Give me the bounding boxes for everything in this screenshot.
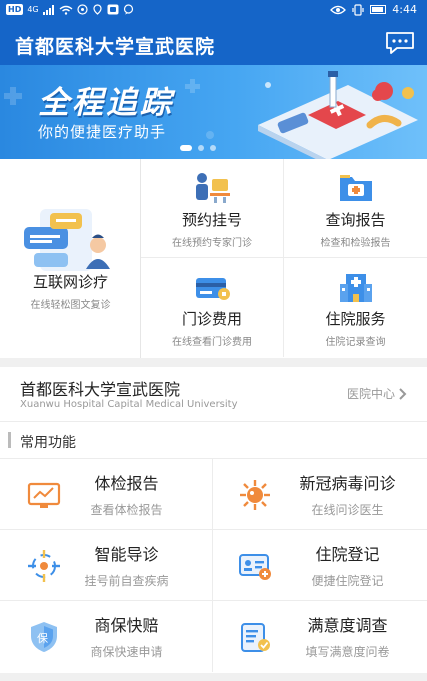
report-folder-icon (339, 175, 372, 201)
notification-icon (77, 4, 88, 15)
carousel-indicator[interactable] (180, 145, 216, 151)
carousel-dot[interactable] (180, 145, 192, 151)
service-sub: 在线预约专家门诊 (172, 238, 252, 249)
function-insurance-claim[interactable]: 保 商保快赔 商保快速申请 (0, 601, 213, 672)
function-sub: 在线问诊医生 (311, 503, 384, 517)
page-title: 首都医科大学宣武医院 (15, 36, 216, 58)
clock: 4:44 (392, 3, 417, 16)
status-indicators: HD 4G (6, 4, 134, 15)
banner-subtitle: 你的便捷医疗助手 (38, 123, 167, 141)
common-functions-header: 常用功能 (0, 422, 427, 459)
service-payment[interactable]: 门诊费用 在线查看门诊费用 (141, 258, 284, 357)
status-system: 4:44 (330, 3, 417, 16)
service-grid: 互联网诊疗 在线轻松图文复诊 预约挂号 在线预约专家门诊 查询报告 检查和检验报… (0, 159, 427, 358)
hospital-center-link[interactable]: 医院中心 (347, 385, 407, 402)
service-label: 预约挂号 (181, 211, 242, 229)
section-divider (0, 358, 427, 367)
function-sub: 便捷住院登记 (311, 574, 384, 588)
carousel-dot[interactable] (210, 145, 216, 151)
battery-icon (370, 5, 387, 14)
payment-card-icon (196, 278, 230, 300)
function-sub: 查看体检报告 (90, 503, 163, 517)
service-sub: 在线轻松图文复诊 (30, 300, 111, 311)
hd-badge: HD (6, 4, 24, 15)
service-inpatient[interactable]: 住院服务 住院记录查询 (284, 258, 427, 357)
chat-bubble-icon[interactable] (385, 31, 415, 55)
signal-icon (42, 4, 54, 15)
function-smart-guide[interactable]: 智能导诊 挂号前自查疾病 (0, 530, 213, 601)
carousel-dot[interactable] (198, 145, 204, 151)
service-label: 门诊费用 (181, 310, 242, 328)
function-sub: 填写满意度问卷 (305, 645, 390, 659)
banner-title: 全程追踪 (38, 85, 174, 121)
service-label: 互联网诊疗 (32, 273, 108, 291)
service-sub: 在线查看门诊费用 (172, 337, 252, 348)
app-header: 首都医科大学宣武医院 (0, 22, 427, 65)
function-sub: 商保快速申请 (90, 645, 163, 659)
online-consult-icon (24, 209, 110, 271)
service-appointment[interactable]: 预约挂号 在线预约专家门诊 (141, 159, 284, 258)
status-bar: HD 4G 4:44 (0, 0, 427, 22)
service-report[interactable]: 查询报告 检查和检验报告 (284, 159, 427, 258)
section-accent-bar (8, 432, 11, 448)
bottom-divider (0, 673, 427, 681)
function-label: 智能导诊 (94, 545, 159, 564)
network-type: 4G (27, 5, 39, 14)
hospital-center-label: 医院中心 (346, 387, 395, 401)
wifi-icon (59, 5, 73, 15)
function-sub: 挂号前自查疾病 (84, 574, 169, 588)
service-online-consult[interactable]: 互联网诊疗 在线轻松图文复诊 (0, 159, 141, 358)
hospital-card[interactable]: 首都医科大学宣武医院 Xuanwu Hospital Capital Medic… (0, 367, 427, 422)
hospital-name-en: Xuanwu Hospital Capital Medical Universi… (20, 399, 238, 410)
function-checkup-report[interactable]: 体检报告 查看体检报告 (0, 459, 213, 530)
promo-banner[interactable]: 全程追踪 你的便捷医疗助手 (0, 65, 427, 159)
function-label: 新冠病毒问诊 (299, 474, 396, 493)
common-functions-grid: 体检报告 查看体检报告 新冠病毒问诊 在线问诊医生 智能导诊 挂号前自查疾病 住… (0, 459, 427, 673)
function-label: 满意度调查 (307, 616, 388, 635)
function-label: 住院登记 (315, 545, 380, 564)
function-covid-consult[interactable]: 新冠病毒问诊 在线问诊医生 (213, 459, 427, 530)
medical-illustration (258, 71, 418, 159)
function-satisfaction-survey[interactable]: 满意度调查 填写满意度问卷 (213, 601, 427, 672)
chevron-right-icon (399, 387, 407, 400)
function-label: 商保快赔 (94, 616, 159, 635)
service-label: 住院服务 (325, 310, 386, 328)
app-notification-icon (107, 4, 119, 15)
service-label: 查询报告 (325, 211, 386, 229)
service-sub: 住院记录查询 (325, 337, 386, 348)
chat-status-icon (123, 4, 133, 15)
function-label: 体检报告 (94, 474, 159, 493)
location-icon (93, 4, 102, 15)
hospital-building-icon (339, 274, 372, 302)
section-title: 常用功能 (20, 435, 76, 451)
function-inpatient-register[interactable]: 住院登记 便捷住院登记 (213, 530, 427, 601)
appointment-icon (196, 173, 230, 203)
service-sub: 检查和检验报告 (320, 238, 391, 249)
vibrate-icon (352, 3, 364, 16)
eye-comfort-icon (330, 5, 347, 14)
hospital-name: 首都医科大学宣武医院 (20, 380, 181, 399)
